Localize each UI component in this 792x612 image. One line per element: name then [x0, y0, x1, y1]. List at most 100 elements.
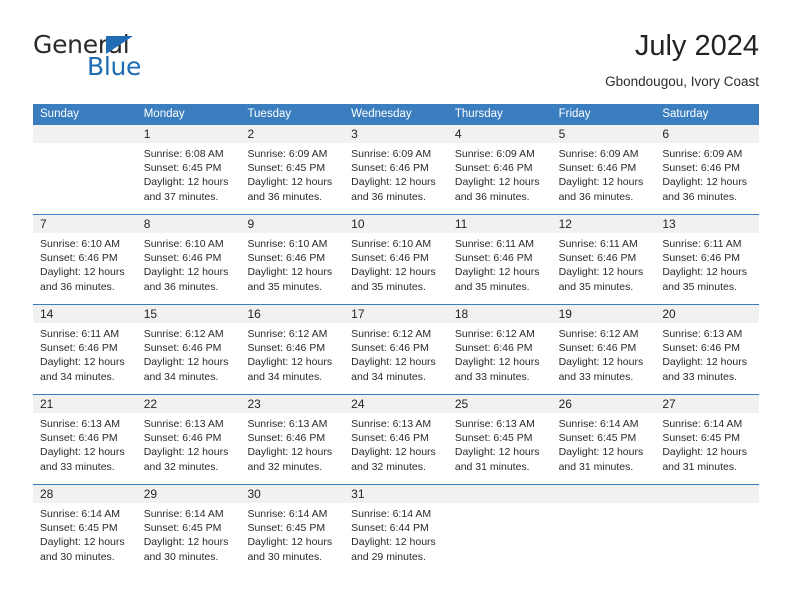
day-daylight-1-text: Daylight: 12 hours	[454, 176, 540, 189]
day-number[interactable]: 9	[240, 215, 344, 233]
day-sunrise-text: Sunrise: 6:14 AM	[40, 508, 120, 520]
day-number[interactable]: 27	[655, 395, 759, 413]
day-number[interactable]: 23	[240, 395, 344, 413]
day-sunset-text: Sunset: 6:45 PM	[247, 522, 326, 535]
day-sunrise-text: Sunrise: 6:11 AM	[40, 328, 120, 340]
day-cell[interactable]: Sunrise: 6:13 AM Sunset: 6:46 PM Daylight:…	[240, 413, 344, 484]
day-number[interactable]: 25	[448, 395, 552, 413]
day-daylight-2-text: and 36 minutes.	[351, 190, 426, 203]
day-number[interactable]: 8	[137, 215, 241, 233]
day-cell[interactable]: Sunrise: 6:10 AM Sunset: 6:46 PM Daylight:…	[344, 233, 448, 304]
day-number[interactable]: 7	[33, 215, 137, 233]
weekday-thursday: Thursday	[454, 108, 503, 120]
day-cell[interactable]: Sunrise: 6:14 AM Sunset: 6:45 PM Daylight:…	[240, 503, 344, 574]
day-daylight-2-text: and 35 minutes.	[351, 280, 426, 293]
day-sunset-text: Sunset: 6:46 PM	[351, 162, 429, 175]
day-number[interactable]: 10	[344, 215, 448, 233]
day-cell[interactable]: Sunrise: 6:12 AM Sunset: 6:46 PM Daylight:…	[137, 323, 241, 394]
day-daylight-2-text: and 31 minutes.	[662, 460, 738, 473]
day-cell[interactable]: Sunrise: 6:13 AM Sunset: 6:46 PM Daylight:…	[33, 413, 137, 484]
day-daylight-1-text: Daylight: 12 hours	[351, 266, 436, 279]
day-number[interactable]: 30	[240, 485, 344, 503]
day-daylight-2-text: and 33 minutes.	[662, 370, 738, 383]
day-cell[interactable]: Sunrise: 6:09 AM Sunset: 6:46 PM Daylight:…	[344, 143, 448, 214]
day-cell[interactable]: Sunrise: 6:12 AM Sunset: 6:46 PM Daylight:…	[344, 323, 448, 394]
day-sunrise-text: Sunrise: 6:13 AM	[40, 418, 120, 430]
day-number[interactable]: 20	[655, 305, 759, 323]
day-daylight-1-text: Daylight: 12 hours	[40, 536, 125, 549]
day-daylight-2-text: and 30 minutes.	[40, 550, 115, 563]
day-cell[interactable]: Sunrise: 6:14 AM Sunset: 6:45 PM Daylight:…	[137, 503, 241, 574]
day-daylight-1-text: Daylight: 12 hours	[558, 356, 644, 369]
day-number[interactable]: 21	[33, 395, 137, 413]
day-number[interactable]: 13	[655, 215, 759, 233]
day-cell[interactable]: Sunrise: 6:11 AM Sunset: 6:46 PM Daylight:…	[448, 233, 552, 304]
day-number[interactable]: 29	[137, 485, 241, 503]
day-sunrise-text: Sunrise: 6:08 AM	[143, 148, 224, 160]
day-number[interactable]: 3	[344, 125, 448, 143]
day-number[interactable]: 15	[137, 305, 241, 323]
day-cell[interactable]: Sunrise: 6:13 AM Sunset: 6:46 PM Daylight:…	[137, 413, 241, 484]
day-cell[interactable]: Sunrise: 6:12 AM Sunset: 6:46 PM Daylight:…	[240, 323, 344, 394]
day-cell[interactable]: Sunrise: 6:13 AM Sunset: 6:46 PM Daylight:…	[655, 323, 759, 394]
day-daylight-1-text: Daylight: 12 hours	[143, 356, 229, 369]
day-number[interactable]: 12	[552, 215, 656, 233]
day-cell[interactable]: Sunrise: 6:09 AM Sunset: 6:45 PM Daylight:…	[240, 143, 344, 214]
day-daylight-1-text: Daylight: 12 hours	[40, 266, 125, 279]
day-sunrise-text: Sunrise: 6:11 AM	[454, 238, 535, 250]
calendar-page: General Blue July 2024 Gbondougou, Ivory…	[0, 0, 792, 612]
day-sunrise-text: Sunrise: 6:14 AM	[143, 508, 224, 520]
day-sunrise-text: Sunrise: 6:14 AM	[662, 418, 743, 430]
day-cell[interactable]: Sunrise: 6:13 AM Sunset: 6:46 PM Daylight:…	[344, 413, 448, 484]
day-daylight-2-text: and 35 minutes.	[454, 280, 530, 293]
day-daylight-2-text: and 33 minutes.	[40, 460, 115, 473]
day-number[interactable]: 14	[33, 305, 137, 323]
day-cell[interactable]: Sunrise: 6:13 AM Sunset: 6:45 PM Daylight:…	[448, 413, 552, 484]
day-number[interactable]: 26	[552, 395, 656, 413]
day-number[interactable]: 11	[448, 215, 552, 233]
day-sunset-text: Sunset: 6:46 PM	[558, 342, 637, 355]
day-number[interactable]: 5	[552, 125, 656, 143]
day-cell[interactable]: Sunrise: 6:09 AM Sunset: 6:46 PM Daylight:…	[655, 143, 759, 214]
day-cell[interactable]: Sunrise: 6:09 AM Sunset: 6:46 PM Daylight:…	[448, 143, 552, 214]
day-cell[interactable]: Sunrise: 6:11 AM Sunset: 6:46 PM Daylight:…	[33, 323, 137, 394]
day-daylight-1-text: Daylight: 12 hours	[662, 356, 747, 369]
day-cell[interactable]: Sunrise: 6:11 AM Sunset: 6:46 PM Daylight:…	[655, 233, 759, 304]
day-sunrise-text: Sunrise: 6:13 AM	[662, 328, 743, 340]
day-number[interactable]: 17	[344, 305, 448, 323]
day-cell[interactable]: Sunrise: 6:12 AM Sunset: 6:46 PM Daylight:…	[448, 323, 552, 394]
day-number-empty	[552, 485, 656, 503]
day-number[interactable]: 4	[448, 125, 552, 143]
day-cell[interactable]: Sunrise: 6:14 AM Sunset: 6:44 PM Daylight:…	[344, 503, 448, 574]
day-cell[interactable]: Sunrise: 6:14 AM Sunset: 6:45 PM Daylight:…	[655, 413, 759, 484]
day-cell[interactable]: Sunrise: 6:11 AM Sunset: 6:46 PM Daylight:…	[552, 233, 656, 304]
day-number[interactable]: 1	[137, 125, 241, 143]
day-cell[interactable]: Sunrise: 6:14 AM Sunset: 6:45 PM Daylight:…	[552, 413, 656, 484]
day-number[interactable]: 16	[240, 305, 344, 323]
day-number[interactable]: 2	[240, 125, 344, 143]
day-cell[interactable]: Sunrise: 6:09 AM Sunset: 6:46 PM Daylight:…	[552, 143, 656, 214]
day-daylight-2-text: and 31 minutes.	[454, 460, 530, 473]
day-cell[interactable]: Sunrise: 6:10 AM Sunset: 6:46 PM Daylight:…	[240, 233, 344, 304]
day-sunset-text: Sunset: 6:46 PM	[351, 342, 429, 355]
day-cell[interactable]: Sunrise: 6:12 AM Sunset: 6:46 PM Daylight:…	[552, 323, 656, 394]
day-cell[interactable]: Sunrise: 6:08 AM Sunset: 6:45 PM Daylight:…	[137, 143, 241, 214]
page-subtitle: Gbondougou, Ivory Coast	[605, 74, 759, 89]
day-cell-empty	[655, 503, 759, 574]
day-number[interactable]: 6	[655, 125, 759, 143]
day-number[interactable]: 19	[552, 305, 656, 323]
day-daylight-1-text: Daylight: 12 hours	[454, 446, 540, 459]
day-number[interactable]: 28	[33, 485, 137, 503]
day-daylight-2-text: and 35 minutes.	[247, 280, 323, 293]
day-sunrise-text: Sunrise: 6:12 AM	[454, 328, 535, 340]
day-sunset-text: Sunset: 6:45 PM	[662, 432, 740, 445]
day-number[interactable]: 18	[448, 305, 552, 323]
day-cell[interactable]: Sunrise: 6:10 AM Sunset: 6:46 PM Daylight:…	[137, 233, 241, 304]
day-number[interactable]: 22	[137, 395, 241, 413]
weekday-saturday: Saturday	[662, 108, 709, 120]
day-number[interactable]: 31	[344, 485, 448, 503]
day-cell[interactable]: Sunrise: 6:14 AM Sunset: 6:45 PM Daylight:…	[33, 503, 137, 574]
day-number-empty	[448, 485, 552, 503]
day-number[interactable]: 24	[344, 395, 448, 413]
day-cell[interactable]: Sunrise: 6:10 AM Sunset: 6:46 PM Daylight:…	[33, 233, 137, 304]
